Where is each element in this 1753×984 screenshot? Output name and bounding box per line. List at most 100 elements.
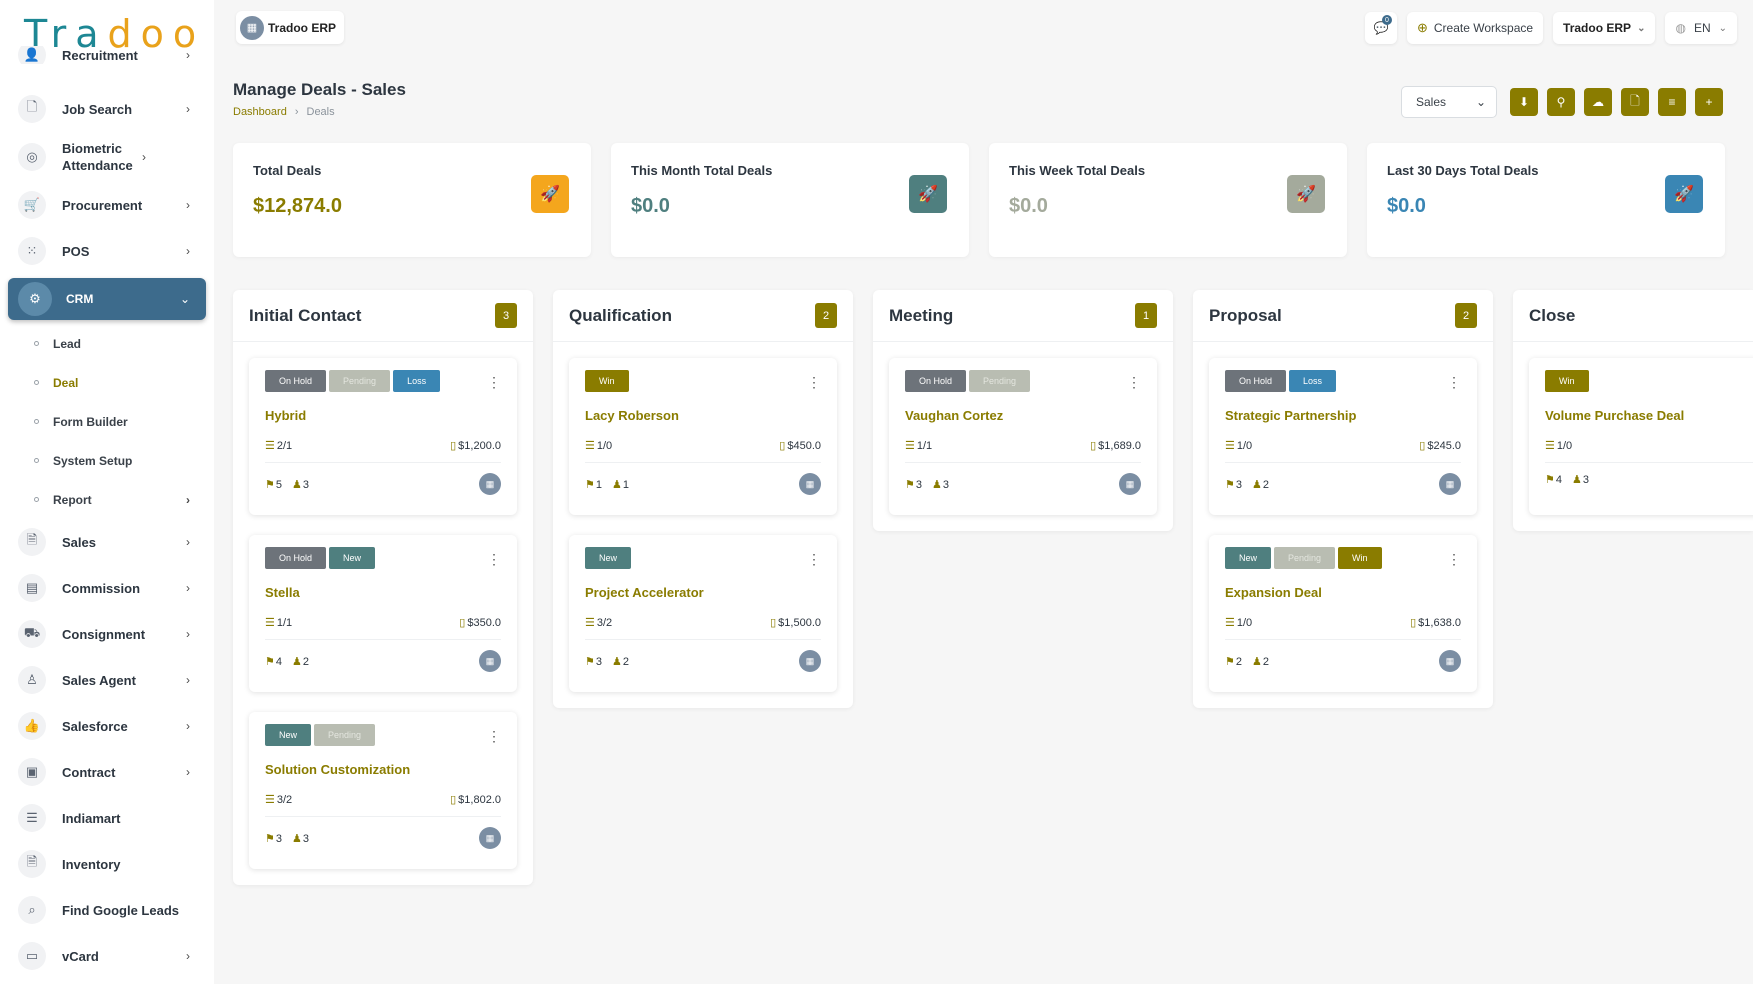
sidebar-item-contract[interactable]: ▣ Contract ›	[0, 749, 214, 795]
chevron-down-icon: ⌄	[179, 292, 190, 306]
deal-card[interactable]: New ⋮ Project Accelerator ☰ 3/2 ▯ $1,500.0 ⚑3 ♟2…	[569, 535, 837, 692]
sidebar-item-job-search[interactable]: 🗋 Job Search ›	[0, 86, 214, 132]
sidebar-item-crm[interactable]: ⚙ CRM ⌄	[8, 278, 206, 320]
sidebar-item-pos[interactable]: ⁙ POS ›	[0, 228, 214, 274]
status-badge: New	[1225, 547, 1272, 569]
deal-name[interactable]: Solution Customization	[265, 762, 501, 777]
deal-name[interactable]: Hybrid	[265, 408, 501, 423]
sidebar-sub-report[interactable]: Report ›	[0, 480, 214, 519]
user-avatar-icon[interactable]: ▦	[799, 473, 821, 495]
deal-card[interactable]: New Pending Win ⋮ Expansion Deal ☰ 1/0 ▯ $1,638.…	[1209, 535, 1477, 692]
sidebar-sub-deal[interactable]: Deal	[0, 363, 214, 402]
sidebar-item-procurement[interactable]: 🛒 Procurement ›	[0, 182, 214, 228]
user-avatar-icon[interactable]: ▦	[479, 650, 501, 672]
list-view-button[interactable]: ≡	[1658, 88, 1686, 116]
workspace-selector[interactable]: Tradoo ERP ⌄	[1553, 12, 1656, 44]
user-avatar-icon[interactable]: ▦	[479, 473, 501, 495]
deal-price: $1,689.0	[1098, 440, 1141, 452]
deal-name[interactable]: Stella	[265, 585, 501, 600]
status-badge: New	[585, 547, 632, 569]
more-options-icon[interactable]: ⋮	[1447, 374, 1461, 391]
more-options-icon[interactable]: ⋮	[487, 551, 501, 568]
page-title: Manage Deals - Sales	[233, 80, 406, 99]
deal-card[interactable]: On Hold Loss ⋮ Strategic Partnership ☰ 1/0 ▯ $2…	[1209, 358, 1477, 515]
deal-name[interactable]: Project Accelerator	[585, 585, 821, 600]
export-button[interactable]: 🗋	[1621, 88, 1649, 116]
topbar: ▦ Tradoo ERP 💬 0 ⊕ Create Workspace Trad…	[214, 0, 1753, 56]
sidebar-item-salesforce[interactable]: 👍 Salesforce ›	[0, 703, 214, 749]
sidebar-item-indiamart[interactable]: ☰ Indiamart	[0, 795, 214, 841]
deal-card[interactable]: Win ⋮ Lacy Roberson ☰ 1/0 ▯ $450.0 ⚑1 ♟1 ▦	[569, 358, 837, 515]
user-avatar-icon[interactable]: ▦	[1439, 650, 1461, 672]
pipeline-select[interactable]: Sales ⌄	[1401, 86, 1497, 118]
notifications-button[interactable]: 💬 0	[1364, 12, 1397, 44]
notification-badge: 0	[1381, 15, 1392, 25]
add-deal-button[interactable]: +	[1695, 88, 1723, 116]
sidebar-item-inventory[interactable]: 🗎 Inventory	[0, 841, 214, 887]
more-options-icon[interactable]: ⋮	[807, 551, 821, 568]
sidebar-item-vcard[interactable]: ▭ vCard ›	[0, 933, 214, 979]
deal-tasks: 3/2	[276, 794, 293, 806]
user-avatar-icon[interactable]: ▦	[1439, 473, 1461, 495]
sidebar-item-label: POS	[62, 243, 90, 259]
chevron-right-icon: ›	[186, 244, 190, 258]
search-icon: ⌕	[18, 896, 46, 924]
stage-column: Initial Contact 3 On Hold Pending Loss ⋮ Hybri…	[233, 290, 533, 885]
fingerprint-icon: ◎	[18, 143, 46, 171]
sidebar-item-label: Recruitment	[62, 47, 138, 63]
more-options-icon[interactable]: ⋮	[487, 374, 501, 391]
stage-cards: On Hold Loss ⋮ Strategic Partnership ☰ 1/0 ▯ $2…	[1193, 342, 1493, 708]
chevron-right-icon: ›	[142, 150, 146, 164]
sidebar-item-biometric-attendance[interactable]: ◎ Biometric Attendance ›	[0, 132, 214, 182]
sidebar-item-sales[interactable]: 🗎 Sales ›	[0, 519, 214, 565]
language-selector[interactable]: ◍ EN ⌄	[1665, 12, 1737, 44]
deal-sources: 3	[915, 478, 922, 491]
deal-name[interactable]: Expansion Deal	[1225, 585, 1461, 600]
price-icon: ▯	[1410, 617, 1417, 629]
deal-price: $1,802.0	[458, 794, 501, 806]
hubspot-button[interactable]: ⚲	[1547, 88, 1575, 116]
sidebar-item-sales-agent[interactable]: ♙ Sales Agent ›	[0, 657, 214, 703]
user-avatar-icon[interactable]: ▦	[479, 827, 501, 849]
deal-card[interactable]: New Pending ⋮ Solution Customization ☰ 3/2 ▯ $1…	[249, 712, 517, 869]
import-button[interactable]: ⬇	[1510, 88, 1538, 116]
sidebar-item-consignment[interactable]: ⛟ Consignment ›	[0, 611, 214, 657]
workspace-chip[interactable]: ▦ Tradoo ERP	[236, 11, 345, 44]
breadcrumb-dashboard[interactable]: Dashboard	[233, 106, 287, 118]
sidebar-sub-form-builder[interactable]: Form Builder	[0, 402, 214, 441]
user-avatar-icon[interactable]: ▦	[1119, 473, 1141, 495]
deal-card[interactable]: On Hold Pending ⋮ Vaughan Cortez ☰ 1/1 ▯ $1,689…	[889, 358, 1157, 515]
sidebar-sub-lead[interactable]: Lead	[0, 324, 214, 363]
topbar-actions: 💬 0 ⊕ Create Workspace Tradoo ERP ⌄ ◍ EN…	[1364, 12, 1737, 44]
user-avatar-icon[interactable]: ▦	[799, 650, 821, 672]
deal-price: $1,500.0	[778, 617, 821, 629]
more-options-icon[interactable]: ⋮	[487, 728, 501, 745]
deal-users: 3	[942, 478, 949, 491]
deal-name[interactable]: Lacy Roberson	[585, 408, 821, 423]
deal-name[interactable]: Vaughan Cortez	[905, 408, 1141, 423]
salesforce-button[interactable]: ☁	[1584, 88, 1612, 116]
deal-card[interactable]: On Hold Pending Loss ⋮ Hybrid ☰ 2/1 ▯ $1,200.0 ⚑5…	[249, 358, 517, 515]
sidebar-item-find-google-leads[interactable]: ⌕ Find Google Leads	[0, 887, 214, 933]
deal-card[interactable]: On Hold New ⋮ Stella ☰ 1/1 ▯ $350.0 ⚑4 ♟2 ▦	[249, 535, 517, 692]
page-actions: Sales ⌄ ⬇ ⚲ ☁ 🗋 ≡ +	[1401, 86, 1723, 118]
deal-summary: ☰ 1/0 ▯ $1,638.0	[1225, 616, 1461, 640]
more-options-icon[interactable]: ⋮	[807, 374, 821, 391]
sidebar-item-label: Biometric Attendance	[62, 141, 133, 173]
deal-footer: ⚑5 ♟3 ▦	[265, 473, 501, 495]
more-options-icon[interactable]: ⋮	[1447, 551, 1461, 568]
deal-name[interactable]: Strategic Partnership	[1225, 408, 1461, 423]
sidebar-sub-system-setup[interactable]: System Setup	[0, 441, 214, 480]
deal-card[interactable]: Win⋮Volume Purchase Deal☰1/0▯⚑4♟3	[1529, 358, 1753, 515]
stage-cards: Win ⋮ Lacy Roberson ☰ 1/0 ▯ $450.0 ⚑1 ♟1 ▦ New ⋮ Pro…	[553, 342, 853, 708]
sidebar-item-commission[interactable]: ▤ Commission ›	[0, 565, 214, 611]
more-options-icon[interactable]: ⋮	[1127, 374, 1141, 391]
deal-summary: ☰ 3/2 ▯ $1,802.0	[265, 793, 501, 817]
deal-tags: Win	[1545, 370, 1753, 392]
deal-name[interactable]: Volume Purchase Deal	[1545, 408, 1753, 423]
deal-tags: Win	[585, 370, 821, 392]
create-workspace-button[interactable]: ⊕ Create Workspace	[1406, 12, 1544, 44]
document-icon: 🗎	[18, 850, 46, 878]
sidebar-item-recruitment[interactable]: 👤 Recruitment ›	[0, 46, 214, 64]
deal-users: 2	[622, 655, 629, 668]
